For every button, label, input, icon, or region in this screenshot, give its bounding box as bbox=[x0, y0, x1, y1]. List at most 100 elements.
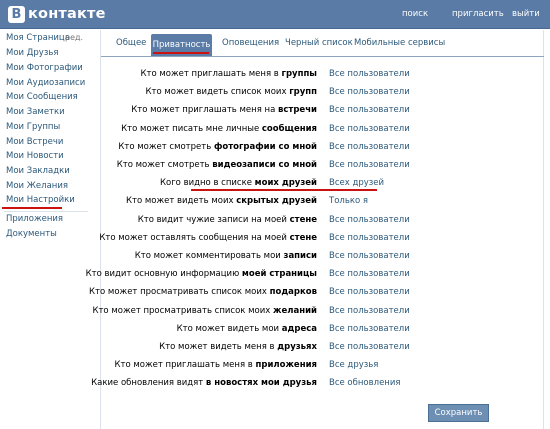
setting-value-link[interactable]: Все пользователи bbox=[329, 251, 410, 261]
setting-label-text: Кто может смотреть bbox=[116, 160, 213, 170]
setting-value-link[interactable]: Все обновления bbox=[329, 378, 401, 388]
logo-text: контакте bbox=[28, 6, 106, 22]
setting-label-bold: фотографии со мной bbox=[213, 142, 317, 152]
sidebar-item-events[interactable]: Мои Встречи bbox=[6, 137, 63, 147]
sidebar-item-my-page[interactable]: Моя Страница bbox=[6, 33, 70, 43]
setting-label-text: Кто видит основную информацию bbox=[85, 269, 242, 279]
setting-label-bold: сообщения bbox=[261, 124, 317, 134]
sidebar-item-documents[interactable]: Документы bbox=[6, 229, 57, 239]
settings-underline bbox=[2, 207, 62, 209]
setting-value-link[interactable]: Все пользователи bbox=[329, 160, 410, 170]
vk-logo[interactable]: В контакте bbox=[8, 5, 106, 23]
sidebar-item-messages[interactable]: Мои Сообщения bbox=[6, 92, 78, 102]
edit-link[interactable]: ред. bbox=[65, 33, 83, 42]
setting-label-bold: подарков bbox=[269, 287, 317, 297]
setting-label-bold: скрытых друзей bbox=[236, 196, 317, 206]
setting-label-bold: стене bbox=[289, 233, 317, 243]
setting-label-text: Кто может видеть меня в bbox=[159, 342, 278, 352]
invite-link[interactable]: пригласить bbox=[452, 9, 504, 19]
setting-label: Кто видит основную информацию моей стран… bbox=[86, 269, 317, 279]
tabs-underline bbox=[101, 56, 544, 57]
setting-label: Кто может просматривать список моих жела… bbox=[92, 306, 317, 316]
setting-value-link[interactable]: Все пользователи bbox=[329, 215, 410, 225]
setting-label: Кто видит чужие записи на моей стене bbox=[138, 215, 317, 225]
setting-value-link[interactable]: Только я bbox=[329, 196, 368, 206]
setting-value-link[interactable]: Все пользователи bbox=[329, 342, 410, 352]
setting-label-bold: в новостях мои друзья bbox=[205, 378, 317, 388]
privacy-tab-underline bbox=[153, 52, 209, 54]
setting-value-link[interactable]: Всех друзей bbox=[329, 178, 384, 188]
setting-label-text: Кто может просматривать список моих bbox=[89, 287, 270, 297]
setting-label-bold: моих друзей bbox=[254, 178, 317, 188]
setting-label-bold: записи bbox=[283, 251, 318, 261]
search-link[interactable]: поиск bbox=[402, 9, 428, 19]
setting-value-link[interactable]: Все пользователи bbox=[329, 324, 410, 334]
save-button[interactable]: Сохранить bbox=[428, 404, 489, 422]
tab-mobile[interactable]: Мобильные сервисы bbox=[354, 38, 445, 48]
logo-letter: В bbox=[8, 5, 25, 23]
setting-label: Кто может оставлять сообщения на моей ст… bbox=[99, 233, 317, 243]
setting-label-bold: адреса bbox=[281, 324, 317, 334]
setting-label-bold: встречи bbox=[278, 105, 317, 115]
setting-label-text: Кто может комментировать мои bbox=[134, 251, 284, 261]
setting-label-text: Кто может видеть моих bbox=[125, 196, 237, 206]
setting-label: Кто может видеть меня в друзьях bbox=[159, 342, 317, 352]
setting-label: Кто может смотреть фотографии со мной bbox=[118, 142, 317, 152]
sidebar-item-apps[interactable]: Приложения bbox=[6, 214, 63, 224]
setting-label: Кто может видеть мои адреса bbox=[177, 324, 317, 334]
setting-label-text: Кто может писать мне личные bbox=[121, 124, 262, 134]
setting-label-bold: моей страницы bbox=[241, 269, 317, 279]
setting-label-text: Кого видно в списке bbox=[159, 178, 255, 188]
setting-label: Кто может приглашать меня в приложения bbox=[114, 360, 317, 370]
setting-value-link[interactable]: Все друзья bbox=[329, 360, 378, 370]
sidebar-item-groups[interactable]: Мои Группы bbox=[6, 122, 60, 132]
tab-blacklist[interactable]: Черный список bbox=[285, 38, 353, 48]
setting-label-text: Кто видит чужие записи на моей bbox=[137, 215, 290, 225]
setting-label-bold: групп bbox=[289, 87, 317, 97]
sidebar-item-photos[interactable]: Мои Фотографии bbox=[6, 63, 83, 73]
setting-label-text: Кто может просматривать список моих bbox=[92, 306, 274, 316]
my-friends-underline bbox=[191, 189, 377, 191]
sidebar-item-settings[interactable]: Мои Настройки bbox=[6, 195, 75, 205]
sidebar-item-audio[interactable]: Мои Аудиозаписи bbox=[6, 78, 85, 88]
sidebar-item-notes[interactable]: Мои Заметки bbox=[6, 107, 65, 117]
setting-label-text: Кто может приглашать меня в bbox=[114, 360, 256, 370]
sidebar-item-bookmarks[interactable]: Мои Закладки bbox=[6, 166, 70, 176]
setting-label: Кто может видеть моих скрытых друзей bbox=[126, 196, 317, 206]
sidebar-item-news[interactable]: Мои Новости bbox=[6, 151, 64, 161]
setting-label: Кто может просматривать список моих пода… bbox=[89, 287, 317, 297]
setting-value-link[interactable]: Все пользователи bbox=[329, 87, 410, 97]
setting-label-text: Кто может оставлять сообщения на моей bbox=[99, 233, 290, 243]
setting-value-link[interactable]: Все пользователи bbox=[329, 287, 410, 297]
setting-label-text: Какие обновления видят bbox=[91, 378, 206, 388]
setting-label-bold: видеозаписи со мной bbox=[212, 160, 317, 170]
logout-link[interactable]: выйти bbox=[512, 9, 540, 19]
setting-label: Какие обновления видят в новостях мои др… bbox=[91, 378, 317, 388]
setting-label: Кто может комментировать мои записи bbox=[135, 251, 317, 261]
setting-label-text: Кто может видеть мои bbox=[176, 324, 282, 334]
setting-value-link[interactable]: Все пользователи bbox=[329, 306, 410, 316]
sidebar-item-wishes[interactable]: Мои Желания bbox=[6, 181, 68, 191]
setting-value-link[interactable]: Все пользователи bbox=[329, 105, 410, 115]
setting-label-text: Кто может видеть список моих bbox=[145, 87, 290, 97]
tab-general[interactable]: Общее bbox=[116, 38, 146, 48]
top-header: В контакте поиск пригласить выйти bbox=[0, 0, 550, 29]
setting-label-bold: желаний bbox=[273, 306, 317, 316]
setting-label-bold: стене bbox=[289, 215, 317, 225]
setting-label: Кто может приглашать меня на встречи bbox=[131, 105, 317, 115]
setting-value-link[interactable]: Все пользователи bbox=[329, 233, 410, 243]
setting-value-link[interactable]: Все пользователи bbox=[329, 142, 410, 152]
setting-label: Кто может видеть список моих групп bbox=[146, 87, 318, 97]
setting-value-link[interactable]: Все пользователи bbox=[329, 69, 410, 79]
setting-value-link[interactable]: Все пользователи bbox=[329, 269, 410, 279]
sidebar-item-friends[interactable]: Мои Друзья bbox=[6, 48, 58, 58]
setting-value-link[interactable]: Все пользователи bbox=[329, 124, 410, 134]
tab-notifications[interactable]: Оповещения bbox=[222, 38, 279, 48]
setting-label: Кого видно в списке моих друзей bbox=[160, 178, 317, 188]
setting-label: Кто может смотреть видеозаписи со мной bbox=[117, 160, 317, 170]
setting-label-text: Кто может приглашать меня на bbox=[131, 105, 278, 115]
setting-label: Кто может писать мне личные сообщения bbox=[121, 124, 317, 134]
settings-panel: Общее Приватность Оповещения Черный спис… bbox=[86, 30, 544, 429]
sidebar-divider bbox=[4, 211, 88, 212]
setting-label: Кто может приглашать меня в группы bbox=[140, 69, 317, 79]
